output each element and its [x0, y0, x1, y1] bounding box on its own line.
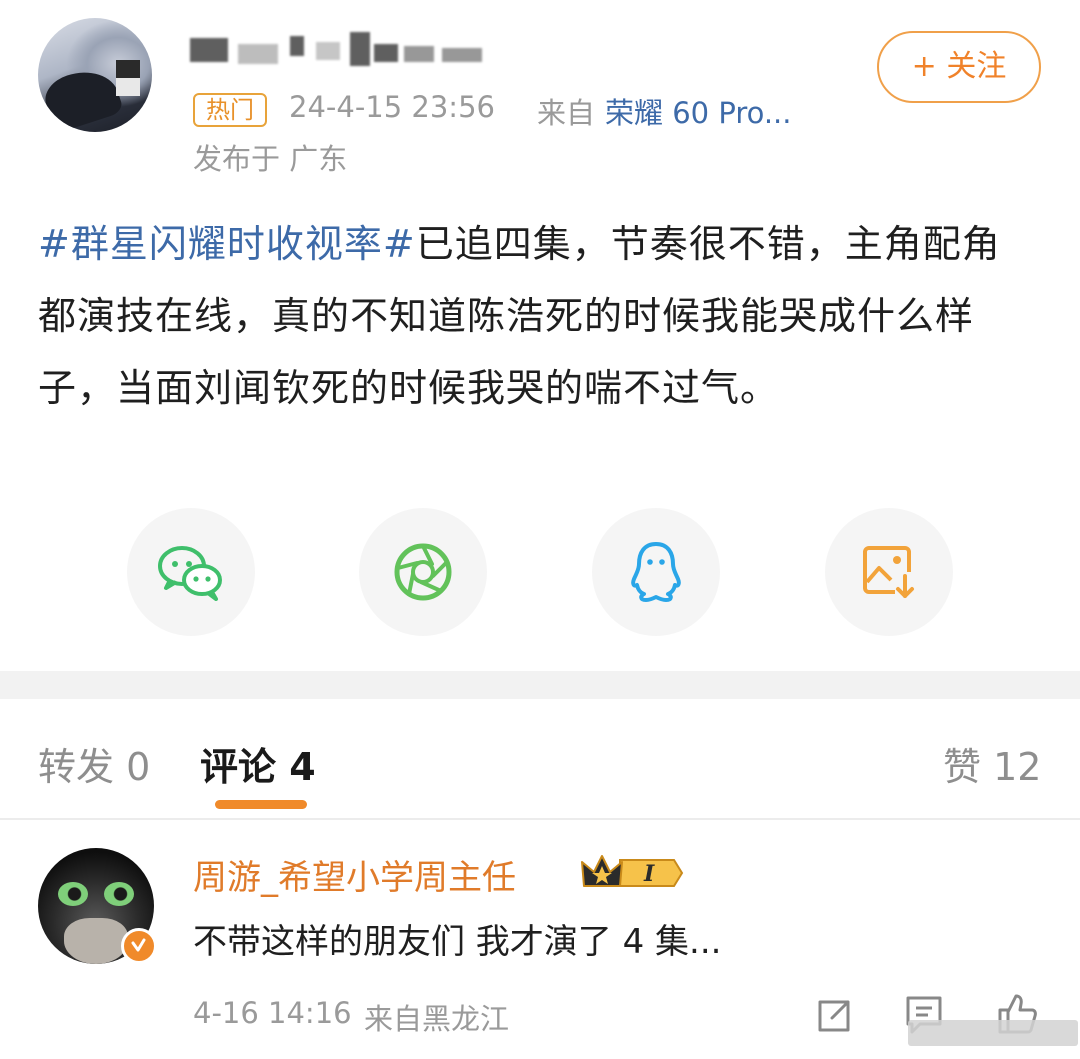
tab-likes[interactable]: 赞 12 [943, 736, 1041, 791]
share-qq-button[interactable] [592, 508, 720, 636]
follow-button[interactable]: + 关注 [877, 31, 1041, 103]
share-wechat-button[interactable] [127, 508, 255, 636]
poster-username-redacted[interactable] [190, 30, 490, 66]
vip-crown-badge-icon[interactable]: I [580, 852, 684, 894]
qq-icon [631, 542, 681, 602]
hashtag-link[interactable]: #群星闪耀时收视率# [38, 222, 416, 266]
moments-icon [394, 543, 452, 601]
share-comment-icon[interactable] [814, 996, 854, 1036]
tab-repost[interactable]: 转发 0 [38, 736, 150, 791]
share-moments-button[interactable] [359, 508, 487, 636]
wechat-icon [158, 546, 222, 601]
post-timestamp: 24-4-15 23:56 [289, 90, 495, 124]
section-divider [0, 671, 1080, 699]
comment-text: 不带这样的朋友们 我才演了 4 集... [193, 922, 722, 962]
post-content: #群星闪耀时收视率#已追四集，节奏很不错，主角配角都演技在线，真的不知道陈浩死的… [38, 208, 1038, 424]
post-device-link[interactable]: 荣耀 60 Pro... [605, 90, 792, 132]
comment-author[interactable]: 周游_希望小学周主任 [193, 850, 516, 899]
poster-avatar[interactable] [38, 18, 152, 132]
comment-source: 来自黑龙江 [364, 1002, 510, 1036]
tabs-divider [0, 818, 1080, 820]
save-image-icon [863, 546, 914, 598]
tab-comments[interactable]: 评论 4 [200, 736, 316, 791]
post-location: 发布于 广东 [193, 142, 348, 176]
post-source-prefix: 来自 [537, 96, 596, 130]
save-image-button[interactable] [825, 508, 953, 636]
watermark-overlay [908, 1020, 1078, 1046]
active-tab-indicator [215, 800, 307, 809]
hot-badge: 热门 [193, 93, 267, 127]
vip-level: I [643, 861, 655, 887]
comment-actions [808, 990, 1080, 1059]
comment-timestamp: 4-16 14:16 [193, 996, 352, 1030]
verified-badge-icon [121, 928, 157, 964]
